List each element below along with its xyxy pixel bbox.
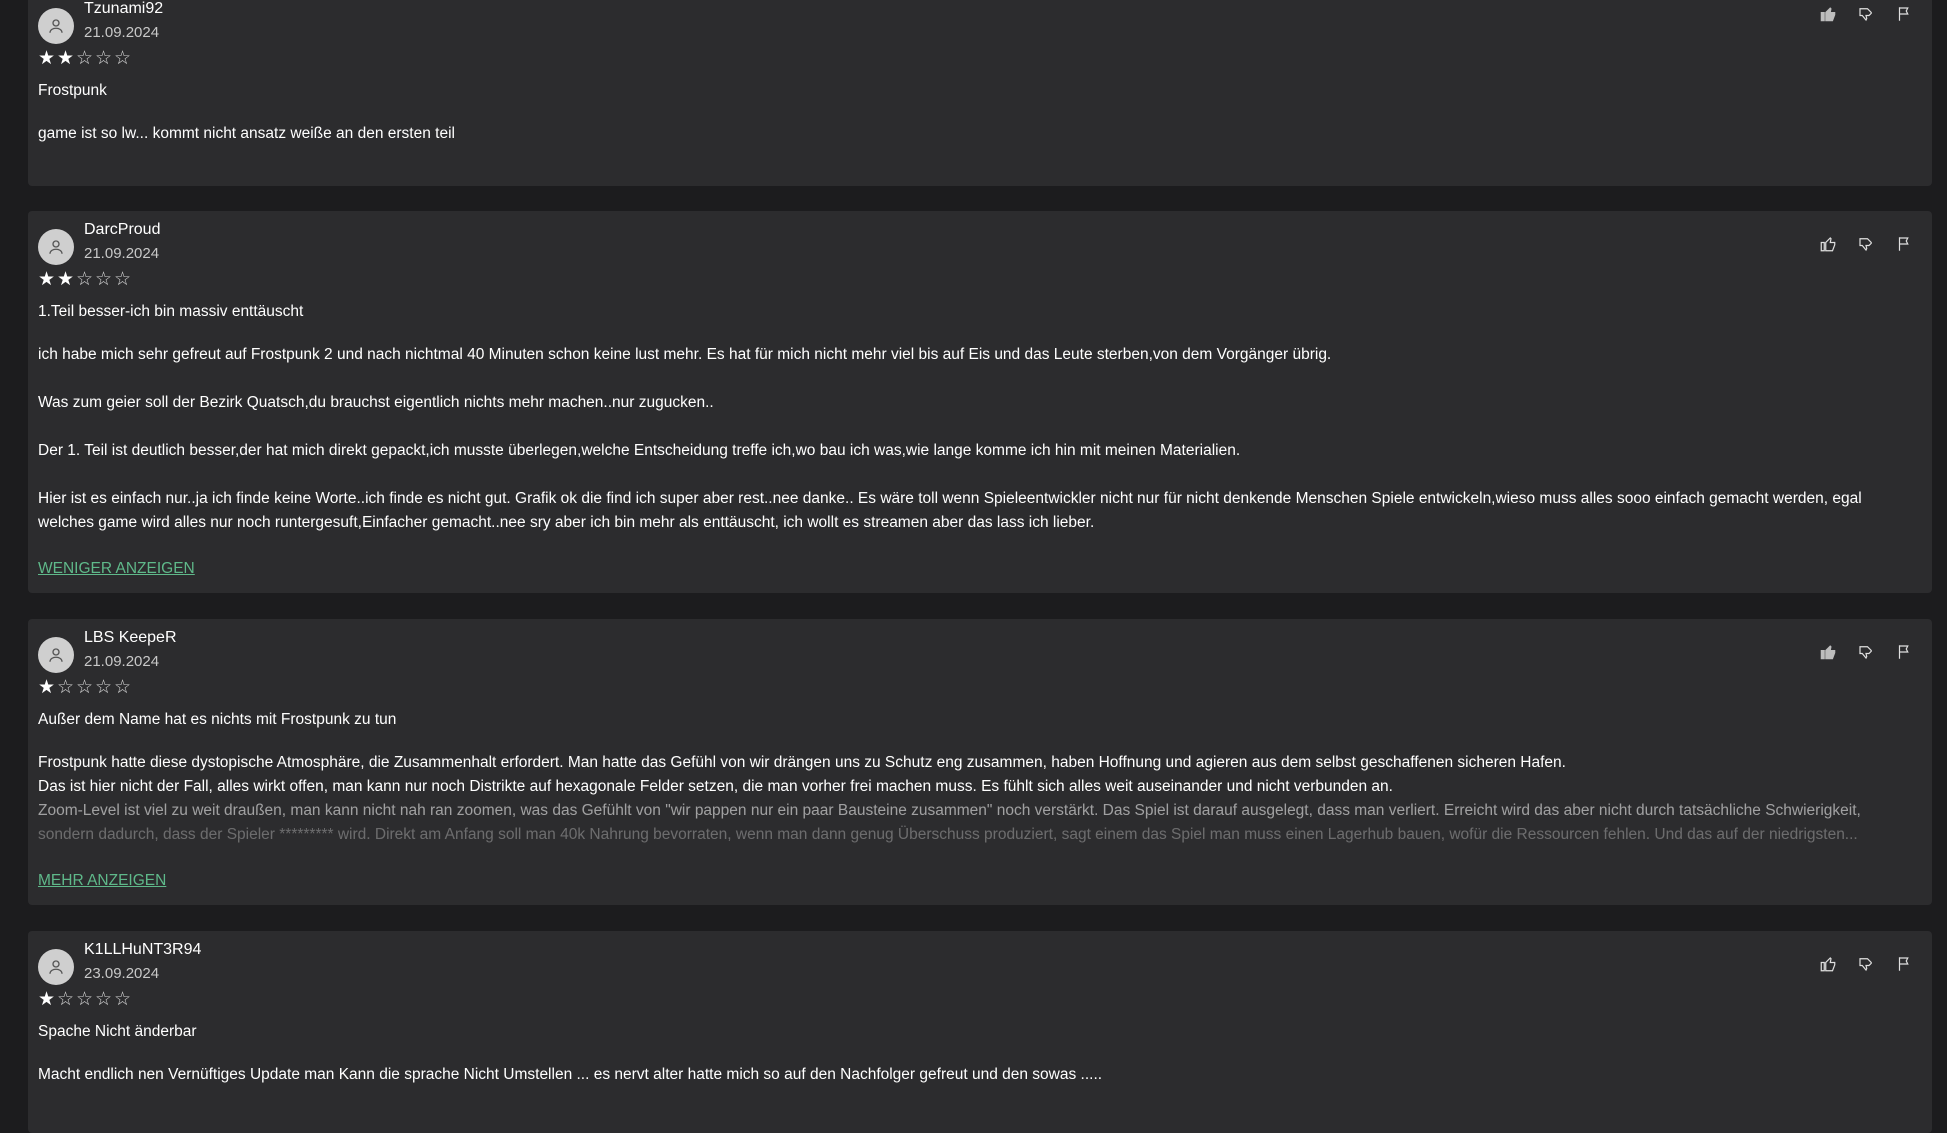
thumbs-up-icon: [1820, 237, 1836, 252]
thumbs-up-icon: [1820, 957, 1836, 972]
review-date: 23.09.2024: [84, 965, 160, 982]
avatar: [38, 637, 74, 673]
thumbs-down-icon: [1859, 8, 1872, 22]
star-rating: ★ ☆ ☆ ☆ ☆: [38, 989, 132, 1011]
star-empty-icon: ☆: [95, 48, 113, 69]
review-card: K1LLHuNT3R94 23.09.2024 ★ ☆ ☆ ☆ ☆ Spache Nic…: [28, 931, 1932, 1133]
like-button[interactable]: [1814, 950, 1842, 978]
star-filled-icon: ★: [38, 677, 56, 698]
like-button[interactable]: [1814, 0, 1842, 28]
star-empty-icon: ☆: [57, 989, 75, 1010]
flag-icon: [1898, 645, 1909, 659]
thumbs-up-icon: [1820, 645, 1836, 660]
dislike-button[interactable]: [1852, 950, 1880, 978]
review-body: ich habe mich sehr gefreut auf Frostpunk…: [38, 343, 1902, 559]
avatar: [38, 949, 74, 985]
review-title: Spache Nicht änderbar: [38, 1023, 197, 1040]
avatar: [38, 8, 74, 44]
user-icon: [49, 240, 63, 254]
review-actions: [1814, 950, 1918, 978]
star-empty-icon: ☆: [114, 989, 132, 1010]
review-date: 21.09.2024: [84, 245, 160, 262]
review-line: Das ist hier nicht der Fall, alles wirkt…: [38, 778, 1393, 795]
star-filled-icon: ★: [57, 269, 75, 290]
star-empty-icon: ☆: [114, 48, 132, 69]
review-line: Zoom-Level ist viel zu weit draußen, man…: [38, 802, 1861, 819]
review-paragraph: ich habe mich sehr gefreut auf Frostpunk…: [38, 346, 1332, 363]
star-filled-icon: ★: [38, 989, 56, 1010]
review-line: sondern dadurch, dass der Spieler ******…: [38, 826, 1858, 843]
flag-icon: [1898, 237, 1909, 251]
review-body: Frostpunk hatte diese dystopische Atmosp…: [38, 751, 1902, 847]
review-paragraph: Der 1. Teil ist deutlich besser,der hat …: [38, 442, 1241, 459]
review-actions: [1814, 0, 1918, 28]
report-button[interactable]: [1890, 638, 1918, 666]
review-paragraph: game ist so lw... kommt nicht ansatz wei…: [38, 125, 455, 142]
user-icon: [49, 19, 63, 33]
review-title: 1.Teil besser-ich bin massiv enttäuscht: [38, 303, 304, 320]
star-empty-icon: ☆: [95, 677, 113, 698]
dislike-button[interactable]: [1852, 638, 1880, 666]
report-button[interactable]: [1890, 950, 1918, 978]
star-rating: ★ ☆ ☆ ☆ ☆: [38, 677, 132, 699]
review-actions: [1814, 230, 1918, 258]
user-icon: [49, 648, 63, 662]
star-filled-icon: ★: [38, 269, 56, 290]
report-button[interactable]: [1890, 0, 1918, 28]
star-empty-icon: ☆: [95, 269, 113, 290]
review-date: 21.09.2024: [84, 653, 160, 670]
star-empty-icon: ☆: [95, 989, 113, 1010]
like-button[interactable]: [1814, 230, 1842, 258]
review-paragraph: Hier ist es einfach nur..ja ich finde ke…: [38, 490, 1862, 531]
review-author: K1LLHuNT3R94: [84, 941, 202, 958]
review-date: 21.09.2024: [84, 24, 160, 41]
review-body: game ist so lw... kommt nicht ansatz wei…: [38, 122, 1902, 170]
flag-icon: [1898, 957, 1909, 971]
review-author: LBS KeepeR: [84, 629, 177, 646]
thumbs-down-icon: [1859, 958, 1872, 972]
like-button[interactable]: [1814, 638, 1842, 666]
review-actions: [1814, 638, 1918, 666]
star-rating: ★ ★ ☆ ☆ ☆: [38, 48, 132, 70]
thumbs-down-icon: [1859, 238, 1872, 252]
avatar: [38, 229, 74, 265]
user-icon: [49, 960, 63, 974]
review-title: Frostpunk: [38, 82, 107, 99]
flag-icon: [1898, 7, 1909, 21]
review-card: Tzunami92 21.09.2024 ★ ★ ☆ ☆ ☆ Frostpunk gam…: [28, 0, 1932, 186]
review-author: DarcProud: [84, 221, 161, 238]
star-empty-icon: ☆: [114, 677, 132, 698]
review-card: DarcProud 21.09.2024 ★ ★ ☆ ☆ ☆ 1.Teil besser…: [28, 211, 1932, 593]
thumbs-up-icon: [1820, 7, 1836, 22]
review-line: Frostpunk hatte diese dystopische Atmosp…: [38, 754, 1566, 771]
star-empty-icon: ☆: [76, 269, 94, 290]
star-empty-icon: ☆: [76, 677, 94, 698]
star-empty-icon: ☆: [114, 269, 132, 290]
star-filled-icon: ★: [57, 48, 75, 69]
review-paragraph: Was zum geier soll der Bezirk Quatsch,du…: [38, 394, 714, 411]
report-button[interactable]: [1890, 230, 1918, 258]
thumbs-down-icon: [1859, 646, 1872, 660]
review-card: LBS KeepeR 21.09.2024 ★ ☆ ☆ ☆ ☆ Außer dem Na…: [28, 619, 1932, 905]
star-empty-icon: ☆: [57, 677, 75, 698]
reviews-list: Tzunami92 21.09.2024 ★ ★ ☆ ☆ ☆ Frostpunk gam…: [0, 0, 1947, 1133]
star-empty-icon: ☆: [76, 989, 94, 1010]
show-less-link[interactable]: WENIGER ANZEIGEN: [38, 560, 195, 578]
star-empty-icon: ☆: [76, 48, 94, 69]
review-title: Außer dem Name hat es nichts mit Frostpu…: [38, 711, 397, 728]
review-paragraph: Macht endlich nen Vernüftiges Update man…: [38, 1066, 1103, 1083]
star-filled-icon: ★: [38, 48, 56, 69]
show-more-link[interactable]: MEHR ANZEIGEN: [38, 872, 166, 890]
dislike-button[interactable]: [1852, 230, 1880, 258]
star-rating: ★ ★ ☆ ☆ ☆: [38, 269, 132, 291]
dislike-button[interactable]: [1852, 0, 1880, 28]
review-author: Tzunami92: [84, 0, 164, 17]
review-body: Macht endlich nen Vernüftiges Update man…: [38, 1063, 1902, 1111]
